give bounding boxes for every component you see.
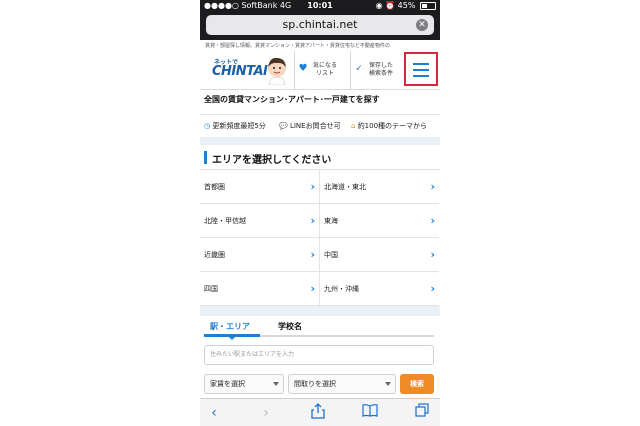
feature-item: ◷ 更新頻度最短5分 (204, 122, 266, 130)
feature-item: ⌂ 約100種のテーマから (351, 122, 428, 130)
area-item-hokkaido-tohoku[interactable]: 北海道・東北 › (320, 170, 439, 204)
clock-icon: ◷ (204, 122, 211, 130)
url-text: sp.chintai.net (282, 18, 358, 31)
browser-toolbar: ‹ › (200, 398, 440, 426)
layout-select[interactable]: 間取りを選択 (288, 374, 396, 394)
saved-search-label: 保存した 検索条件 (368, 62, 393, 77)
checkmark-icon: ✓ (355, 64, 363, 74)
hamburger-menu-icon[interactable] (404, 52, 438, 86)
chintai-logo[interactable]: ネットで CHINTAI (212, 57, 268, 83)
back-icon[interactable]: ‹ (204, 403, 224, 423)
battery-percent: 45% (397, 1, 416, 10)
area-item-hokuriku-koshinetsu[interactable]: 北陸・甲信越 › (200, 204, 319, 238)
phone-screen: ●●●●○ SoftBank 4G 10:01 ◉ ⏰ 45% sp.chint… (200, 0, 440, 426)
chevron-right-icon: › (430, 180, 435, 193)
chevron-down-icon (273, 382, 279, 386)
search-button[interactable]: 検索 (400, 374, 434, 394)
area-heading: エリアを選択してください (212, 155, 332, 166)
mascot-avatar-icon (268, 57, 286, 85)
station-area-input[interactable]: 住みたい駅またはエリアを入力 (204, 345, 434, 365)
chevron-right-icon: › (430, 248, 435, 261)
heading-accent-bar (204, 151, 207, 164)
section-divider (200, 137, 440, 145)
rent-select[interactable]: 家賃を選択 (204, 374, 284, 394)
battery-icon (420, 1, 436, 10)
tab-school-name[interactable]: 学校名 (278, 321, 302, 332)
area-item-chugoku[interactable]: 中国 › (320, 238, 439, 272)
area-item-tokai[interactable]: 東海 › (320, 204, 439, 238)
forward-icon[interactable]: › (256, 403, 276, 423)
bookmarks-icon[interactable] (360, 403, 380, 423)
close-icon[interactable]: ✕ (416, 19, 428, 31)
status-bar: ●●●●○ SoftBank 4G 10:01 ◉ ⏰ 45% (200, 0, 440, 12)
site-tagline: 賃貸・部屋探し情報。賃貸マンション・賃貸アパート・賃貸住宅など不動産物件の (205, 43, 390, 49)
feature-strip: ◷ 更新頻度最短5分 💬 LINEお問合せ可 ⌂ 約100種のテーマから (200, 114, 440, 138)
feature-item: 💬 LINEお問合せ可 (279, 122, 341, 130)
tabs-icon[interactable] (412, 403, 432, 423)
title-rest: の賃貸マンション･アパート･一戸建てを探す (220, 95, 380, 104)
house-icon: ⌂ (351, 122, 356, 130)
chevron-down-icon (385, 382, 391, 386)
url-bar[interactable]: sp.chintai.net ✕ (206, 15, 434, 35)
page-title: 全国の賃貸マンション･アパート･一戸建てを探す (204, 94, 436, 105)
chevron-right-icon: › (430, 214, 435, 227)
chevron-right-icon: › (310, 282, 315, 295)
favorites-label: 気になる リスト (312, 62, 337, 77)
chevron-right-icon: › (430, 282, 435, 295)
site-header: ネットで CHINTAI ♥ 気になる リスト ✓ 保存した 検索条件 (200, 51, 440, 90)
logo-text: CHINTAI (212, 64, 268, 79)
area-item-shikoku[interactable]: 四国 › (200, 272, 319, 306)
chat-bubble-icon: 💬 (279, 122, 288, 130)
alarm-icon: ⏰ (385, 1, 396, 10)
saved-search-button[interactable]: ✓ 保存した 検索条件 (350, 51, 401, 89)
chevron-right-icon: › (310, 248, 315, 261)
tab-station-area[interactable]: 駅・エリア (210, 321, 250, 332)
favorites-list-button[interactable]: ♥ 気になる リスト (294, 51, 345, 89)
area-section-header: エリアを選択してください (200, 145, 440, 170)
grid-divider (319, 170, 320, 306)
browser-address-area: sp.chintai.net ✕ (200, 12, 440, 40)
area-item-kinki[interactable]: 近畿圏 › (200, 238, 319, 272)
title-region: 全国 (204, 95, 220, 104)
active-tab-arrow-icon (228, 336, 236, 340)
chevron-right-icon: › (310, 214, 315, 227)
area-item-shutoken[interactable]: 首都圏 › (200, 170, 319, 204)
section-divider (200, 306, 440, 316)
heart-icon: ♥ (298, 63, 308, 74)
chevron-right-icon: › (310, 180, 315, 193)
share-icon[interactable] (308, 403, 328, 423)
area-item-kyushu-okinawa[interactable]: 九州・沖縄 › (320, 272, 439, 306)
location-icon: ◉ (375, 1, 383, 10)
